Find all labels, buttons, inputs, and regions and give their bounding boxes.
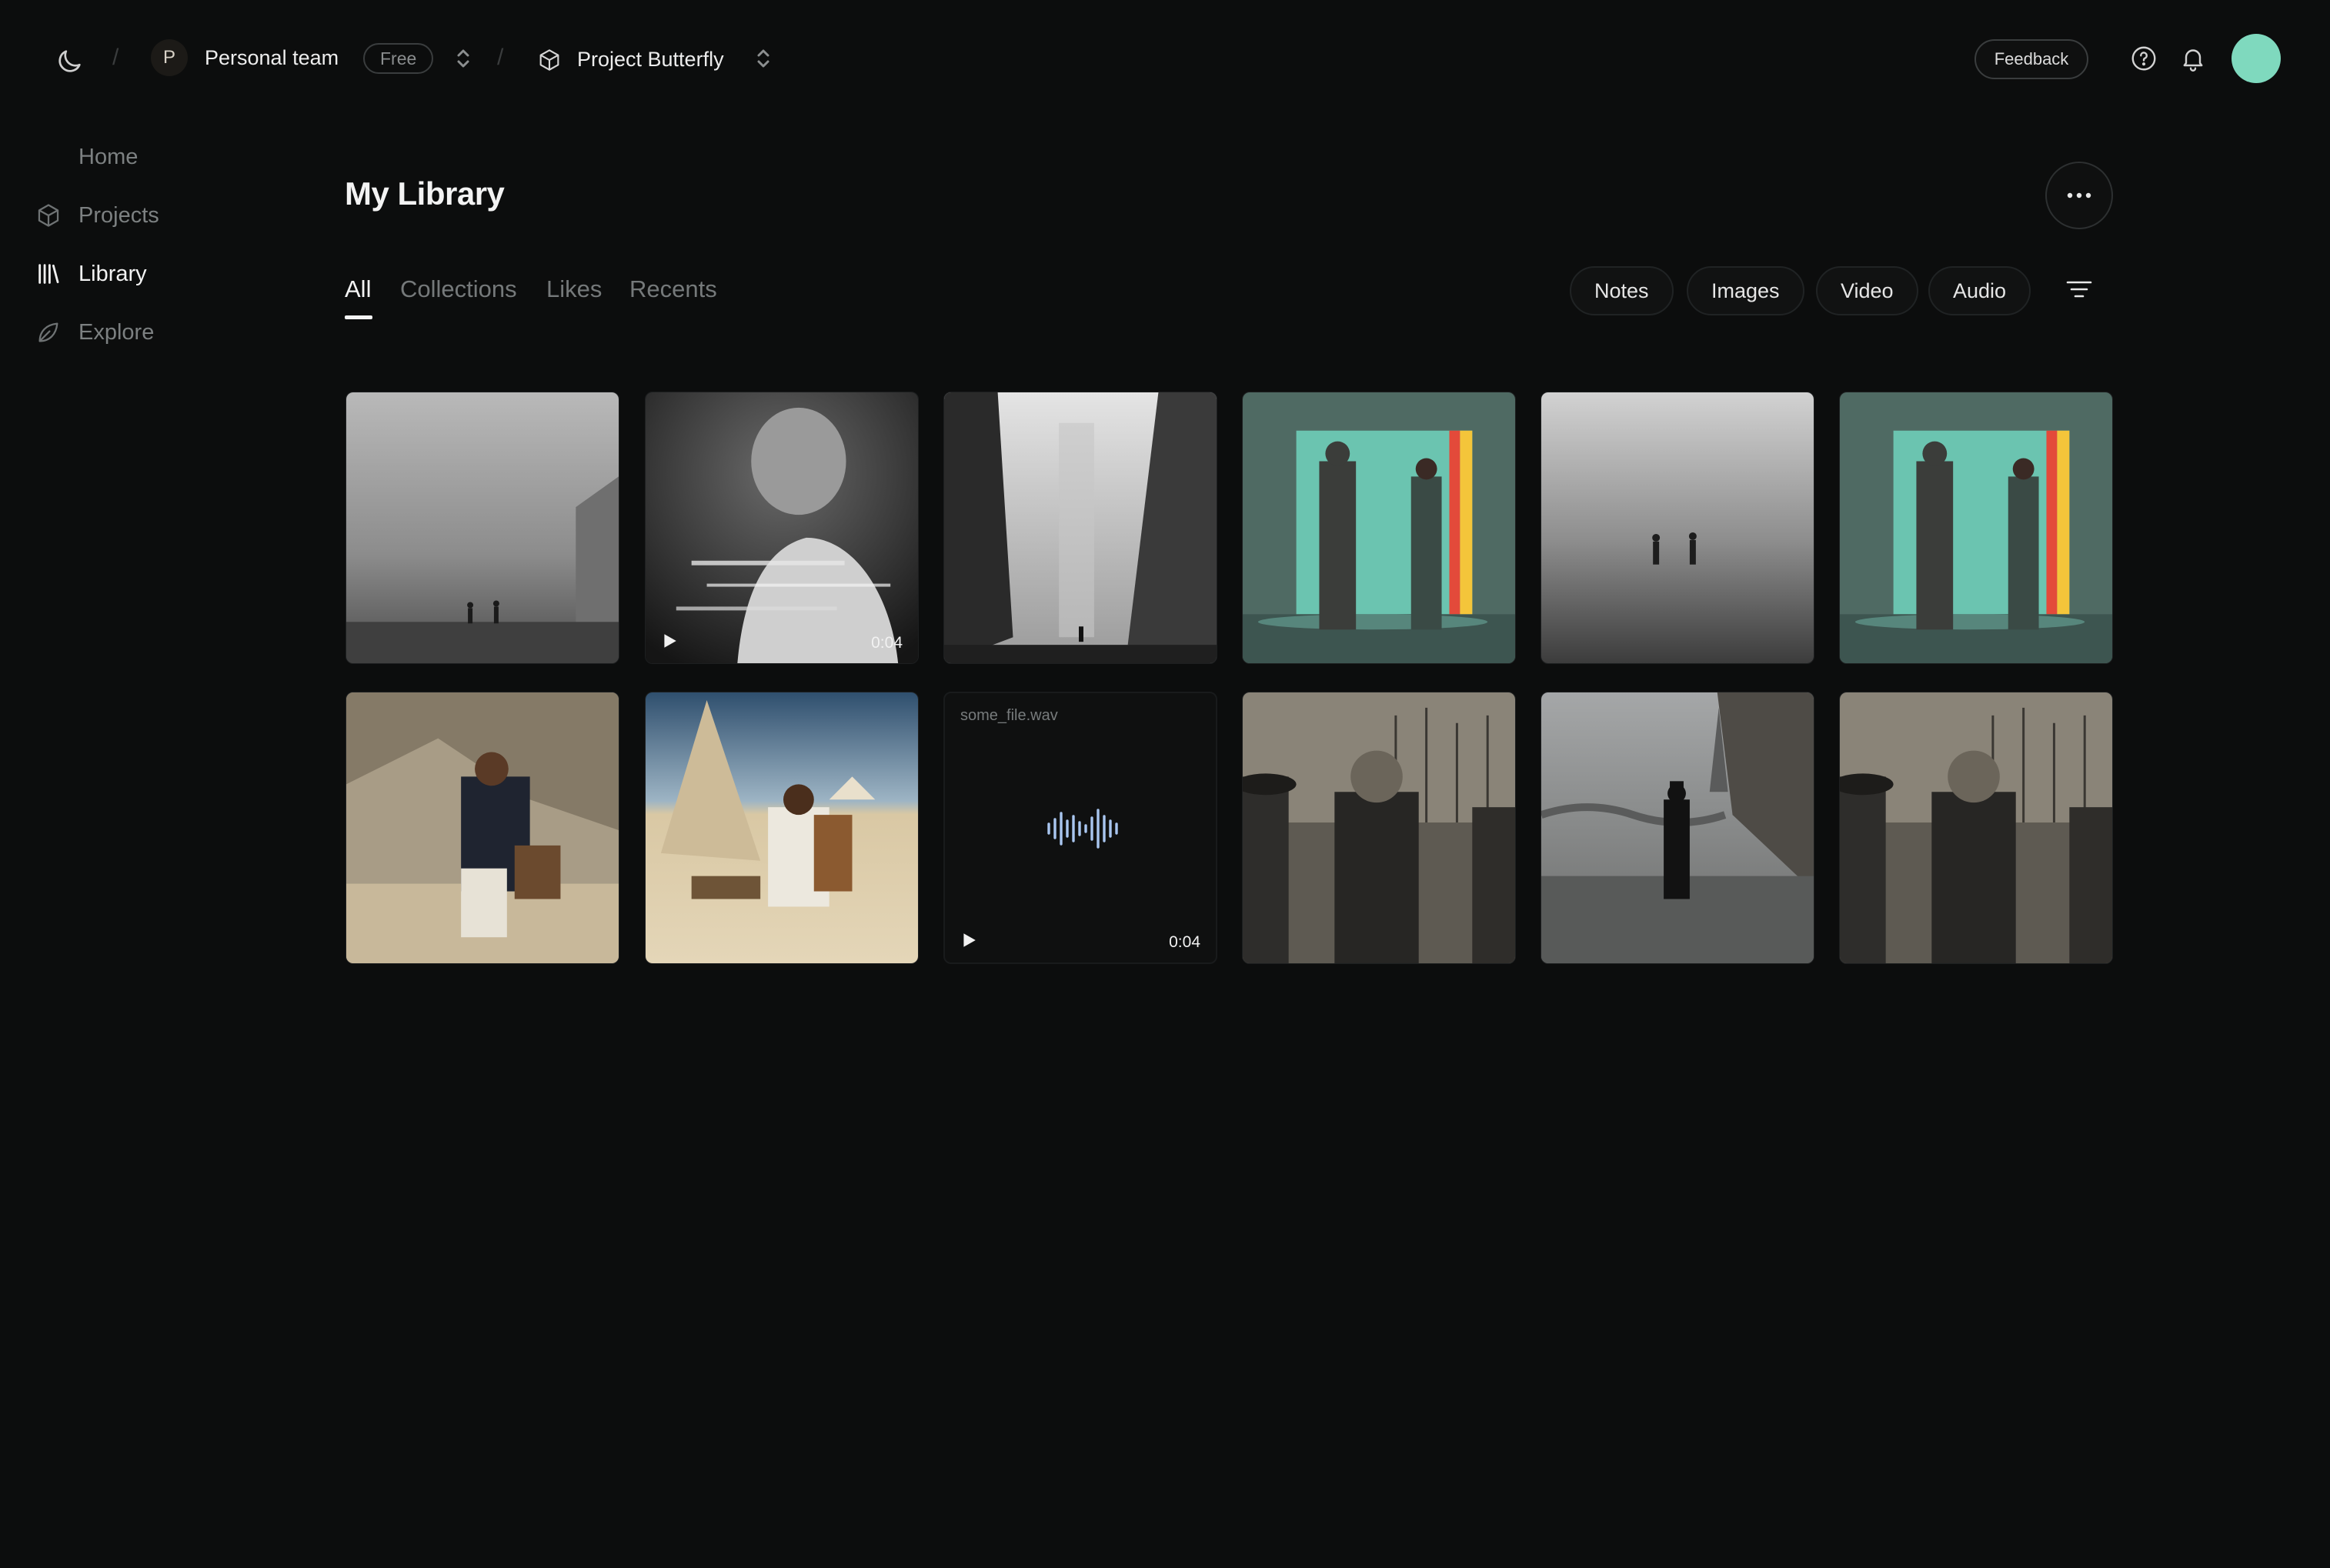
audio-duration: 0:04 (1169, 933, 1200, 951)
notifications-bell-icon[interactable] (2179, 45, 2207, 72)
play-icon[interactable] (960, 932, 977, 949)
tab-likes[interactable]: Likes (546, 275, 602, 303)
breadcrumb-separator: / (497, 45, 504, 70)
harbor-officer-thumbnail (1840, 692, 2112, 963)
library-item-image[interactable] (1541, 692, 1814, 964)
sidebar-item-label: Explore (78, 319, 155, 345)
sidebar-item-library[interactable]: Library (35, 257, 266, 291)
video-duration: 0:04 (871, 634, 903, 652)
library-item-image[interactable] (1839, 692, 2113, 964)
filter-audio-button[interactable]: Audio (1928, 266, 2031, 315)
tab-collections[interactable]: Collections (400, 275, 517, 303)
feedback-button[interactable]: Feedback (1974, 39, 2088, 79)
project-switcher-label[interactable]: Project Butterfly (577, 48, 724, 72)
user-avatar[interactable] (2232, 34, 2281, 83)
tent-soldier-thumbnail (346, 692, 619, 963)
sidebar-item-explore[interactable]: Explore (35, 315, 266, 349)
leaf-icon (38, 322, 58, 342)
theme-toggle-icon[interactable] (54, 46, 85, 77)
library-item-image[interactable] (1839, 392, 2113, 664)
library-item-image[interactable] (1541, 392, 1814, 664)
cube-icon (38, 204, 59, 227)
glitch-portrait-thumbnail (646, 392, 918, 663)
foggy-plaza-thumbnail (346, 392, 619, 663)
teal-handshake-thumbnail (1840, 392, 2112, 663)
project-switcher-chevron-icon[interactable] (754, 46, 773, 71)
audio-file-name: some_file.wav (960, 707, 1058, 724)
more-options-button[interactable] (2045, 162, 2113, 229)
filter-images-button[interactable]: Images (1687, 266, 1804, 315)
sidebar-item-label: Home (78, 144, 139, 169)
breadcrumb-separator: / (112, 45, 119, 70)
library-item-image[interactable] (1242, 692, 1516, 964)
harbor-officer-thumbnail (1243, 692, 1515, 963)
library-item-audio[interactable]: some_file.wav 0:04 (943, 692, 1217, 964)
team-switcher-label[interactable]: Personal team (205, 46, 339, 70)
page-title: My Library (345, 175, 505, 212)
active-tab-indicator (345, 315, 372, 319)
paris-street-thumbnail (1541, 692, 1814, 963)
top-bar: / P Personal team Free / Project Butterf… (0, 0, 2330, 115)
teal-handshake-thumbnail (1243, 392, 1515, 663)
tab-recents[interactable]: Recents (629, 275, 717, 303)
more-dots-icon (2067, 192, 2091, 199)
help-icon[interactable] (2130, 45, 2158, 72)
plan-badge: Free (363, 43, 434, 74)
filter-video-button[interactable]: Video (1816, 266, 1918, 315)
project-cube-icon (539, 49, 559, 71)
library-item-image[interactable] (943, 392, 1217, 664)
desert-camp-thumbnail (646, 692, 918, 963)
library-item-video[interactable]: 0:04 (645, 392, 919, 664)
foggy-buildings-thumbnail (944, 392, 1217, 663)
sidebar-item-label: Projects (78, 202, 159, 228)
library-icon (38, 264, 59, 284)
library-item-image[interactable] (1242, 392, 1516, 664)
sidebar-item-home[interactable]: Home (78, 140, 309, 174)
sidebar-item-projects[interactable]: Projects (35, 199, 266, 232)
play-icon[interactable] (661, 632, 678, 649)
library-item-image[interactable] (645, 692, 919, 964)
filter-notes-button[interactable]: Notes (1570, 266, 1674, 315)
library-item-image[interactable] (345, 692, 619, 964)
audio-waveform-icon (1047, 809, 1118, 849)
library-item-image[interactable] (345, 392, 619, 664)
tab-all[interactable]: All (345, 275, 371, 303)
team-switcher-chevron-icon[interactable] (454, 46, 472, 71)
sidebar-item-label: Library (78, 261, 147, 286)
sort-filter-icon[interactable] (2065, 279, 2093, 300)
team-avatar[interactable]: P (151, 39, 188, 76)
fog-handshake-thumbnail (1541, 392, 1814, 663)
app-page: / P Personal team Free / Project Butterf… (0, 0, 2330, 1568)
